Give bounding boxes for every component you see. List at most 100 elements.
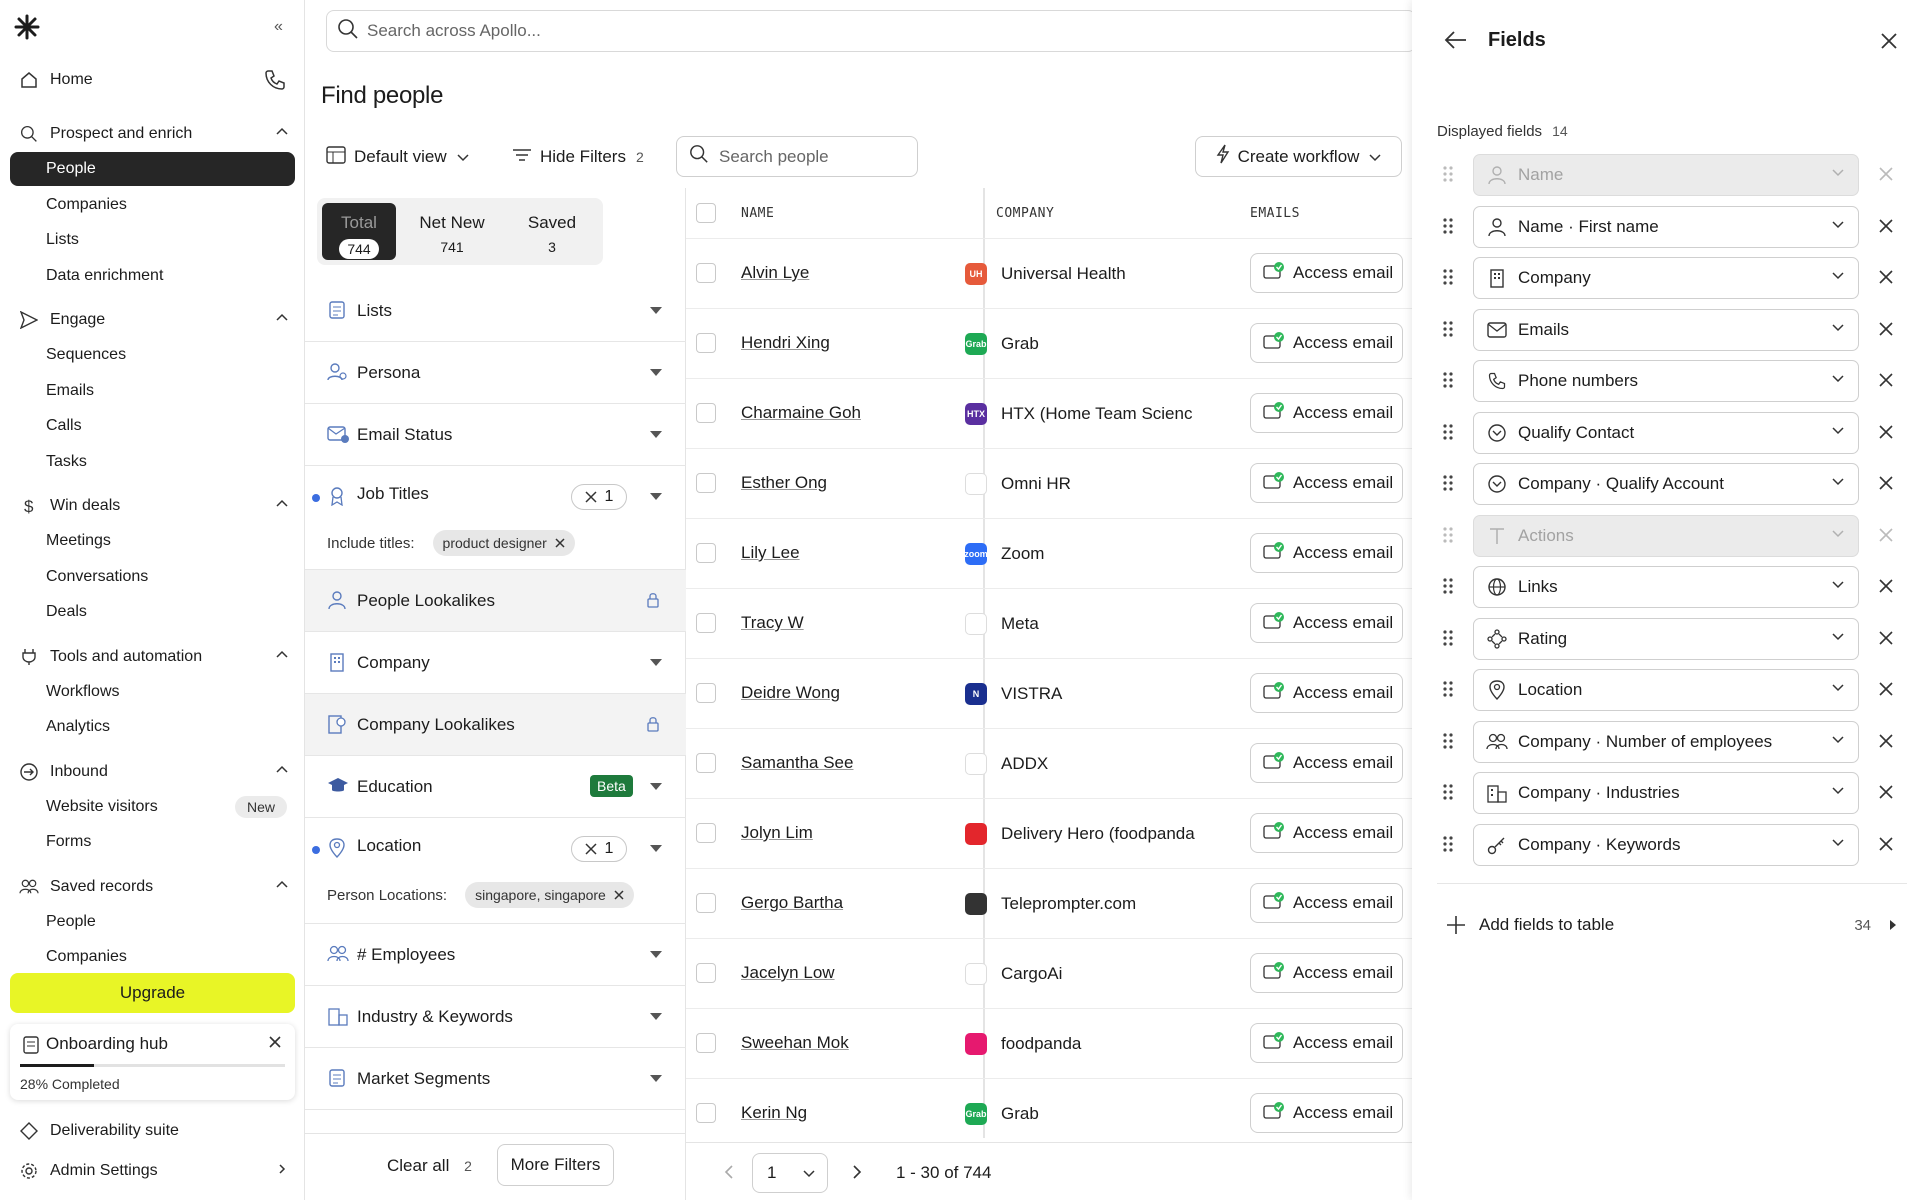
remove-chip-icon[interactable] [555, 538, 565, 548]
drag-handle-icon[interactable] [1442, 732, 1454, 755]
sidebar-item-deals[interactable]: Deals [10, 595, 295, 629]
global-search-input[interactable]: Search across Apollo... [326, 10, 1416, 52]
person-name-link[interactable]: Esther Ong [741, 473, 827, 493]
sidebar-item-people[interactable]: People [10, 905, 295, 939]
row-checkbox[interactable] [696, 823, 716, 843]
onboarding-hub-card[interactable]: Onboarding hub 28% Completed [10, 1024, 295, 1100]
field-select[interactable]: Company · Qualify Account [1473, 463, 1859, 505]
access-email-button[interactable]: Access email [1250, 393, 1403, 433]
table-row[interactable]: Deidre Wong N VISTRA Access email [686, 658, 1412, 728]
remove-field-icon[interactable] [1878, 681, 1894, 702]
close-onboarding-icon[interactable] [267, 1034, 283, 1055]
company-cell[interactable]: Omni HR [951, 449, 1196, 519]
sidebar-item-sequences[interactable]: Sequences [10, 338, 295, 372]
nav-admin-settings[interactable]: Admin Settings [10, 1153, 295, 1189]
field-row[interactable]: Emails [1412, 308, 1920, 351]
field-select[interactable]: Location [1473, 669, 1859, 711]
table-row[interactable]: Charmaine Goh HTX HTX (Home Team Scienc Acc… [686, 378, 1412, 448]
person-name-link[interactable]: Sweehan Mok [741, 1033, 849, 1053]
filter-email-status[interactable]: Email Status [305, 404, 686, 466]
clear-all-button[interactable]: Clear all 2 [387, 1156, 472, 1176]
remove-field-icon[interactable] [1878, 784, 1894, 805]
field-row[interactable]: Company · Keywords [1412, 823, 1920, 866]
filter-people-lookalikes[interactable]: People Lookalikes [305, 570, 686, 632]
drag-handle-icon[interactable] [1442, 165, 1454, 188]
phone-icon[interactable] [263, 68, 287, 97]
remove-field-icon[interactable] [1878, 475, 1894, 496]
prev-page-icon[interactable] [724, 1165, 734, 1184]
row-checkbox[interactable] [696, 473, 716, 493]
remove-field-icon[interactable] [1878, 630, 1894, 651]
nav-section-inbound[interactable]: Inbound [10, 754, 295, 790]
default-view-dropdown[interactable]: Default view [326, 138, 469, 176]
field-select[interactable]: Phone numbers [1473, 360, 1859, 402]
field-select[interactable]: Actions [1473, 514, 1859, 557]
row-checkbox[interactable] [696, 403, 716, 423]
sidebar-item-companies[interactable]: Companies [10, 940, 295, 974]
remove-field-icon[interactable] [1878, 733, 1894, 754]
field-select[interactable]: Name [1473, 154, 1859, 196]
company-cell[interactable]: ADDX [951, 729, 1196, 799]
tab-net-new[interactable]: Net New 741 [407, 203, 497, 260]
table-row[interactable]: Gergo Bartha Teleprompter.com Access email [686, 868, 1412, 938]
filter-company[interactable]: Company [305, 632, 686, 694]
person-name-link[interactable]: Kerin Ng [741, 1103, 807, 1123]
page-select[interactable]: 1 [752, 1153, 828, 1193]
row-checkbox[interactable] [696, 543, 716, 563]
remove-field-icon[interactable] [1878, 269, 1894, 290]
table-row[interactable]: Lily Lee zoom Zoom Access email [686, 518, 1412, 588]
company-cell[interactable]: Meta [951, 589, 1196, 659]
sidebar-item-meetings[interactable]: Meetings [10, 524, 295, 558]
remove-field-icon[interactable] [1878, 527, 1894, 548]
person-name-link[interactable]: Deidre Wong [741, 683, 840, 703]
drag-handle-icon[interactable] [1442, 680, 1454, 703]
company-cell[interactable]: zoom Zoom [951, 519, 1196, 589]
collapse-sidebar-icon[interactable]: « [274, 18, 283, 36]
field-row[interactable]: Location [1412, 669, 1920, 711]
company-cell[interactable]: Grab Grab [951, 1079, 1196, 1138]
row-checkbox[interactable] [696, 613, 716, 633]
filter-location[interactable]: Location 1 Person Locations: singapore, … [305, 818, 686, 924]
remove-field-icon[interactable] [1878, 836, 1894, 857]
company-cell[interactable]: CargoAi [951, 939, 1196, 1009]
remove-field-icon[interactable] [1878, 321, 1894, 342]
field-select[interactable]: Emails [1473, 308, 1859, 351]
chevron-up-icon[interactable] [275, 878, 289, 897]
field-row[interactable]: Qualify Contact [1412, 411, 1920, 454]
access-email-button[interactable]: Access email [1250, 323, 1403, 363]
sidebar-item-conversations[interactable]: Conversations [10, 560, 295, 594]
filter-job-titles[interactable]: Job Titles 1 Include titles: product des… [305, 466, 686, 570]
table-row[interactable]: Hendri Xing Grab Grab Access email [686, 308, 1412, 378]
field-select[interactable]: Links [1473, 566, 1859, 608]
field-row[interactable]: Company [1412, 257, 1920, 299]
access-email-button[interactable]: Access email [1250, 533, 1403, 573]
field-row[interactable]: Actions [1412, 514, 1920, 557]
drag-handle-icon[interactable] [1442, 474, 1454, 497]
row-checkbox[interactable] [696, 963, 716, 983]
drag-handle-icon[interactable] [1442, 577, 1454, 600]
row-checkbox[interactable] [696, 753, 716, 773]
person-name-link[interactable]: Jolyn Lim [741, 823, 813, 843]
remove-field-icon[interactable] [1878, 166, 1894, 187]
nav-deliverability[interactable]: Deliverability suite [10, 1113, 295, 1149]
field-select[interactable]: Name · First name [1473, 205, 1859, 248]
location-chip[interactable]: singapore, singapore [465, 882, 634, 908]
drag-handle-icon[interactable] [1442, 423, 1454, 446]
company-cell[interactable]: N VISTRA [951, 659, 1196, 729]
drag-handle-icon[interactable] [1442, 217, 1454, 240]
chevron-up-icon[interactable] [275, 497, 289, 516]
filter-market-segments[interactable]: Market Segments [305, 1048, 686, 1110]
sidebar-item-data-enrichment[interactable]: Data enrichment [10, 259, 295, 293]
sidebar-item-calls[interactable]: Calls [10, 409, 295, 443]
table-row[interactable]: Jacelyn Low CargoAi Access email [686, 938, 1412, 1008]
field-row[interactable]: Company · Qualify Account [1412, 463, 1920, 505]
access-email-button[interactable]: Access email [1250, 1093, 1403, 1133]
company-cell[interactable]: foodpanda [951, 1009, 1196, 1079]
sidebar-item-people[interactable]: People [10, 152, 295, 186]
drag-handle-icon[interactable] [1442, 526, 1454, 549]
remove-chip-icon[interactable] [614, 890, 624, 900]
row-checkbox[interactable] [696, 263, 716, 283]
person-name-link[interactable]: Gergo Bartha [741, 893, 843, 913]
chevron-up-icon[interactable] [275, 763, 289, 782]
drag-handle-icon[interactable] [1442, 835, 1454, 858]
